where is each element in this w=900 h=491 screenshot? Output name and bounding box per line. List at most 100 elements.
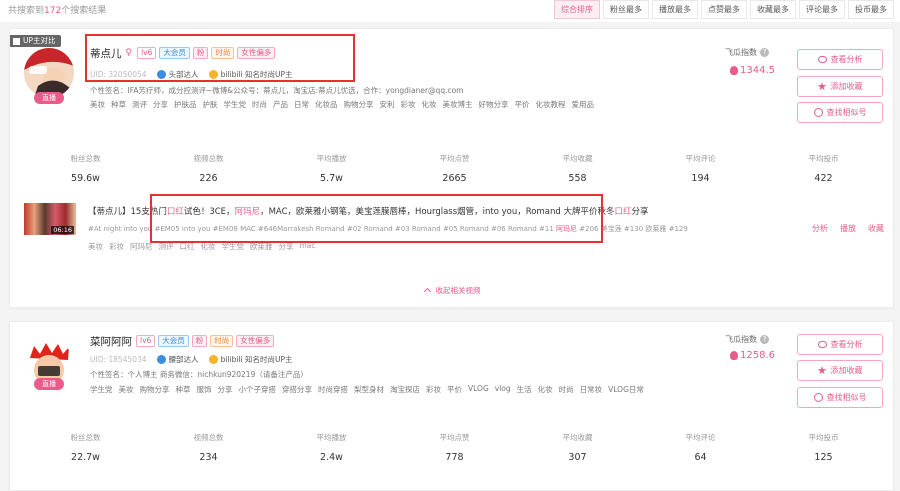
compare-label: UP主对比 [23, 36, 56, 45]
find-similar-button[interactable]: 查找相似号 [797, 387, 883, 408]
video-duration: 06:16 [51, 226, 74, 234]
keyword: 购物分享 [343, 100, 374, 109]
fire-icon [730, 66, 738, 75]
sort-tab-comments[interactable]: 评论最多 [799, 0, 845, 19]
stat-value: 125 [814, 452, 833, 463]
result-number: 172 [44, 6, 62, 16]
stat-avg-favorites: 平均收藏 307 [516, 432, 639, 463]
live-badge[interactable]: 直播 [34, 378, 64, 390]
keyword: 测评 [132, 100, 147, 109]
sort-tabs: 综合排序 粉丝最多 播放最多 点赞最多 收藏最多 评论最多 投币最多 [551, 0, 894, 19]
up-name[interactable]: 蒂点儿 [90, 46, 122, 61]
video-analysis-link[interactable]: 分析 [812, 223, 828, 234]
stat-label: 平均评论 [685, 154, 716, 163]
video-keywords: 美妆 彩妆 阿玛尼 测评 口红 化妆 学生党 欧莱雅 分享 mac [88, 241, 322, 252]
keyword: 分享 [217, 385, 233, 394]
title-highlight: 口红 [614, 207, 632, 217]
keyword: 淘宝探店 [390, 385, 420, 394]
add-favorite-button[interactable]: 添加收藏 [797, 76, 883, 97]
keyword: 种草 [175, 385, 191, 394]
stat-label: 平均点赞 [439, 433, 470, 442]
lightning-icon [208, 69, 218, 79]
stat-value: 194 [691, 173, 710, 184]
view-analysis-button[interactable]: 查看分析 [797, 334, 883, 355]
stat-value: 226 [199, 173, 218, 184]
avatar[interactable] [24, 48, 74, 98]
chevron-up-icon [423, 287, 431, 296]
collapse-label: 收起相关视频 [435, 286, 481, 295]
add-favorite-button[interactable]: 添加收藏 [797, 360, 883, 381]
search-icon [813, 393, 823, 402]
vip-tag: 大会员 [158, 335, 189, 347]
sort-tab-comprehensive[interactable]: 综合排序 [554, 0, 600, 19]
collapse-videos-link[interactable]: 收起相关视频 [10, 285, 895, 296]
sort-tab-likes[interactable]: 点赞最多 [701, 0, 747, 19]
index-label-text: 飞瓜指数 [725, 335, 757, 344]
keyword: 阿玛尼 [130, 242, 153, 251]
keyword: 生活 [516, 385, 532, 394]
fire-icon [730, 351, 738, 360]
button-label: 添加收藏 [830, 366, 863, 375]
keyword: 爱用品 [571, 100, 595, 109]
up-name[interactable]: 菜阿阿阿 [90, 334, 132, 349]
keyword: 彩妆 [400, 100, 416, 109]
keyword: 购物分享 [139, 385, 170, 394]
keyword: 彩妆 [109, 242, 124, 251]
stat-avg-comments: 平均评论 194 [639, 153, 762, 184]
keyword: 学生党 [90, 385, 113, 394]
level-tag: lv6 [137, 47, 157, 59]
button-label: 查看分析 [830, 55, 863, 64]
help-icon[interactable]: ? [760, 335, 769, 344]
influencer-level: 头部达人 [168, 69, 199, 79]
video-thumbnail[interactable]: 06:16 [24, 203, 76, 235]
title-highlight: 阿玛尼 [234, 207, 261, 217]
keyword: 化妆品 [315, 100, 338, 109]
stat-avg-likes: 平均点赞 2665 [393, 153, 516, 184]
live-badge[interactable]: 直播 [34, 92, 64, 104]
stat-avg-favorites: 平均收藏 558 [516, 153, 639, 184]
index-number: 1258.6 [740, 350, 775, 361]
audience-tag: 女性偏多 [237, 47, 276, 59]
top-bar: 共搜索到172个搜索结果 综合排序 粉丝最多 播放最多 点赞最多 收藏最多 评论… [0, 0, 900, 22]
title-part: 分享 [631, 207, 649, 217]
stat-value: 59.6w [71, 173, 100, 184]
fan-tag: 粉 [192, 47, 209, 59]
find-similar-button[interactable]: 查找相似号 [797, 102, 883, 123]
sort-tab-favorites[interactable]: 收藏最多 [750, 0, 796, 19]
name-row: 菜阿阿阿 lv6 大会员 粉 时尚 女性偏多 [90, 334, 277, 348]
compare-checkbox[interactable]: UP主对比 [10, 35, 61, 47]
stat-label: 平均收藏 [562, 433, 593, 442]
result-count: 共搜索到172个搜索结果 [8, 3, 106, 16]
keyword: 时尚 [252, 100, 267, 109]
sort-tab-plays[interactable]: 播放最多 [652, 0, 698, 19]
stat-avg-coins: 平均投币 422 [762, 153, 885, 184]
sort-tab-fans[interactable]: 粉丝最多 [603, 0, 649, 19]
keyword: 小个子穿搭 [238, 385, 277, 394]
button-label: 添加收藏 [830, 82, 863, 91]
stat-label: 平均收藏 [562, 154, 593, 163]
sort-tab-coins[interactable]: 投币最多 [848, 0, 894, 19]
stat-value: 5.7w [320, 173, 343, 184]
stat-value: 22.7w [71, 452, 100, 463]
video-favorite-link[interactable]: 收藏 [868, 223, 884, 234]
result-suffix: 个搜索结果 [61, 6, 107, 16]
result-prefix: 共搜索到 [8, 6, 45, 16]
fan-tag: 粉 [191, 335, 208, 347]
video-play-link[interactable]: 播放 [840, 223, 856, 234]
lightning-icon [208, 354, 218, 364]
stats-row: 粉丝总数 59.6w 视频总数 226 平均播放 5.7w 平均点赞 2665 平均收藏… [10, 153, 895, 184]
button-label: 查找相似号 [826, 393, 867, 402]
audience-tag: 女性偏多 [236, 335, 275, 347]
title-part: 【蒂点儿】15支热门 [88, 207, 167, 217]
video-title[interactable]: 【蒂点儿】15支热门口红试色！3CE，阿玛尼，MAC，欧莱雅小钢笔，美宝莲膜唇棒… [88, 205, 649, 217]
stat-label: 视频总数 [193, 154, 224, 163]
video-hashtags: #At night into you #EM05 into you #EM08 … [88, 224, 688, 234]
view-analysis-button[interactable]: 查看分析 [797, 49, 883, 70]
keyword: 化妆 [200, 242, 216, 251]
meta-row: UID: 32050054 头部达人 bilibili 知名时尚UP主 [90, 68, 292, 80]
up-card: 直播 菜阿阿阿 lv6 大会员 粉 时尚 女性偏多 UID: 18545034 … [9, 321, 894, 491]
checkbox-icon [13, 37, 20, 45]
keyword: VLOG日常 [608, 385, 644, 394]
help-icon[interactable]: ? [760, 48, 769, 57]
influencer-level: 腰部达人 [168, 354, 199, 364]
